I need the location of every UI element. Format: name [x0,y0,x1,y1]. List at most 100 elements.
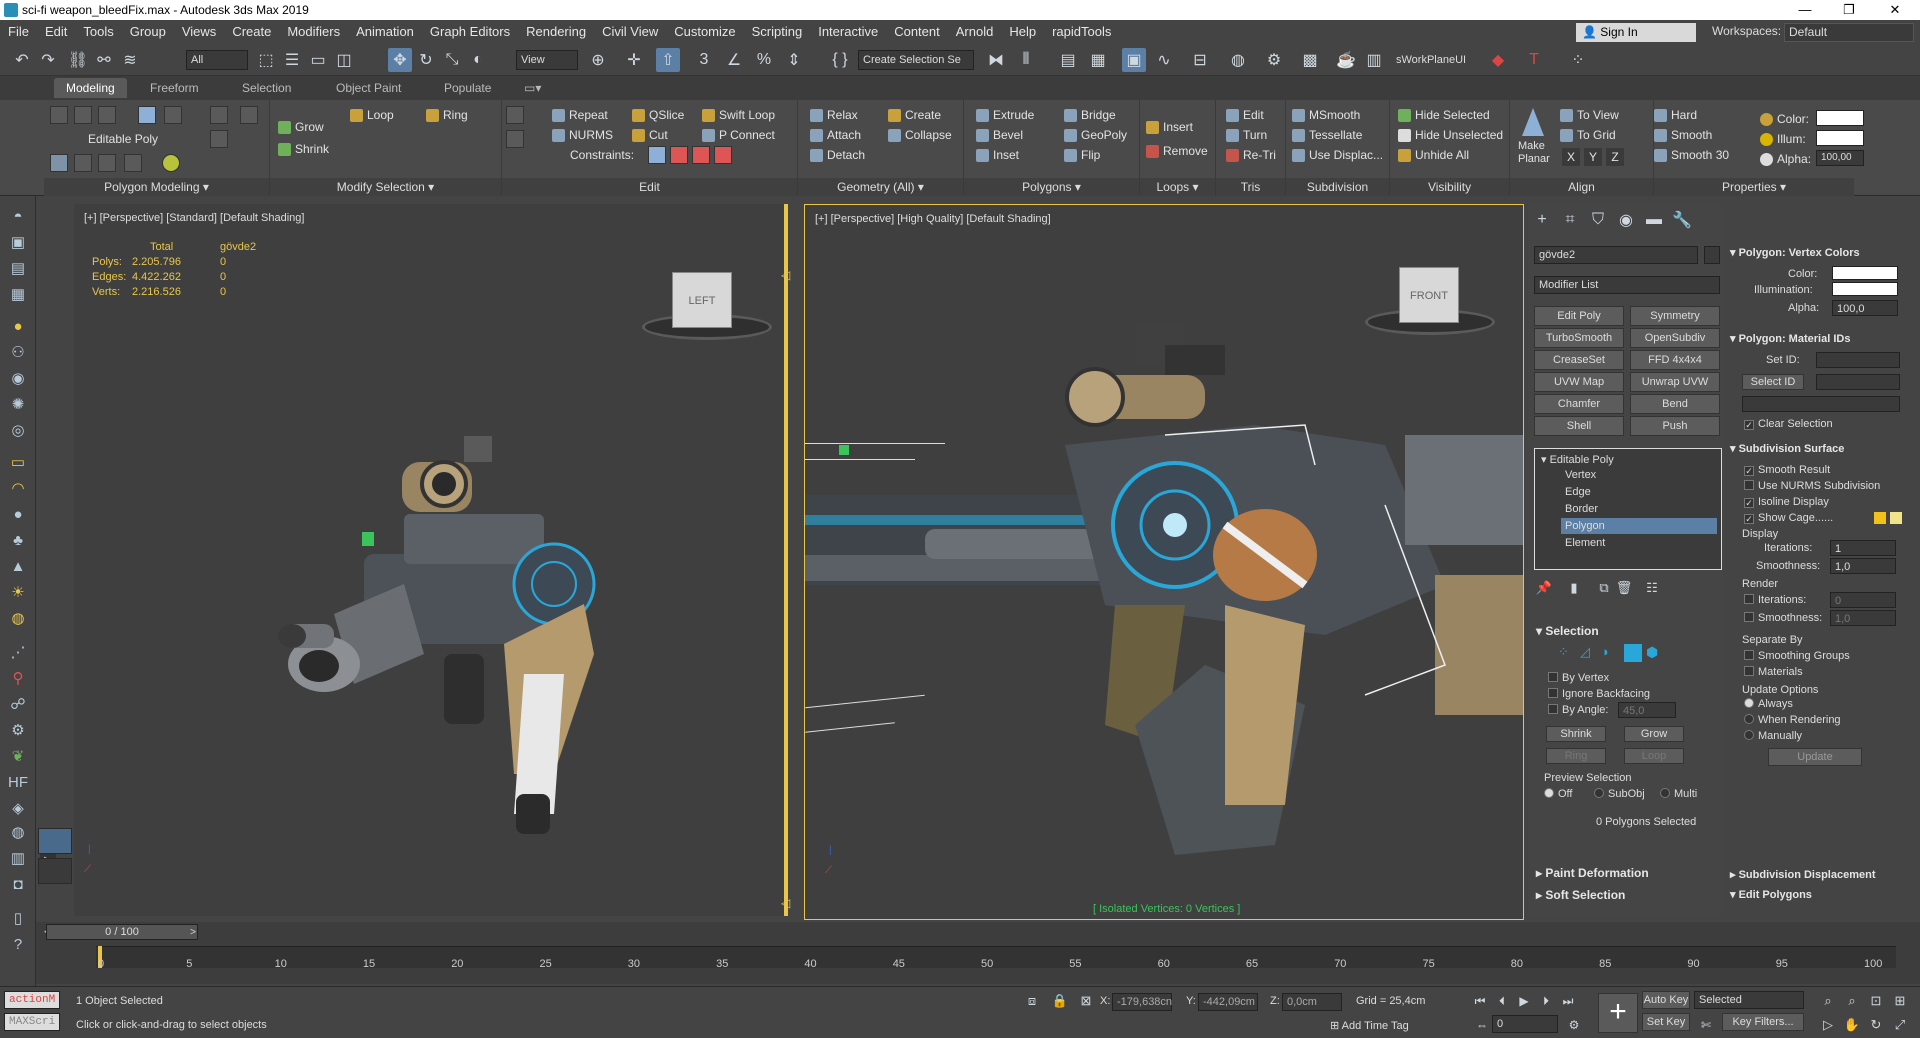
collapse-button[interactable]: Collapse [888,128,952,142]
extrude-button[interactable]: Extrude [976,108,1034,122]
constraint-face-icon[interactable] [692,146,710,164]
detach-button[interactable]: Detach [810,148,865,162]
x-coordinate-input[interactable]: -179,638cn [1112,993,1172,1011]
render-setup-icon[interactable]: ⚙ [1262,48,1286,72]
layer-explorer-icon[interactable]: ▦ [1086,48,1110,72]
insert-loop-button[interactable]: Insert [1146,120,1193,134]
particles-icon[interactable]: ✺ [6,392,30,416]
menu-graph-editors[interactable]: Graph Editors [422,20,518,44]
preview-subobj-radio[interactable]: SubObj [1594,788,1645,800]
menu-create[interactable]: Create [224,20,279,44]
mod-creaseset-button[interactable]: CreaseSet [1534,350,1624,370]
menu-content[interactable]: Content [886,20,948,44]
keyboard-shortcut-icon[interactable]: ⇧ [656,48,680,72]
render-icon[interactable]: ☕ [1334,48,1358,72]
select-manipulate-icon[interactable]: ✛ [622,48,646,72]
align-icon[interactable]: ⫴ [1014,48,1038,72]
menu-tools[interactable]: Tools [75,20,121,44]
preserve-uvs-icon[interactable] [162,154,180,172]
set-key-button[interactable]: Set Key [1642,1013,1690,1031]
save-icon[interactable]: ▯ [6,906,30,930]
polygon-modeling-footer[interactable]: Polygon Modeling ▾ [44,178,269,196]
workspace-select[interactable]: Default [1784,23,1914,42]
tab-selection[interactable]: Selection [230,78,303,98]
render-smoothness-input[interactable]: 1,0 [1830,610,1896,626]
weapon-model-left[interactable] [254,354,714,854]
motion-tab-icon[interactable]: ◉ [1614,208,1638,232]
subdivision-surface-rollout[interactable]: ▾ Subdivision Surface [1730,442,1844,455]
undo-icon[interactable]: ↶ [10,48,34,72]
snapshot-icon[interactable]: ◎ [6,418,30,442]
window-crossing-icon[interactable]: ◫ [332,48,356,72]
preview-off-radio[interactable]: Off [1544,788,1572,800]
link-icon[interactable]: ⛓ [66,48,90,72]
select-id-button[interactable]: Select ID [1742,374,1804,390]
clear-selection-checkbox[interactable]: ✓ Clear Selection [1744,418,1833,430]
flip-button[interactable]: Flip [1064,148,1100,162]
menu-rapidtools[interactable]: rapidTools [1044,20,1119,44]
retri-button[interactable]: Re-Tri [1226,148,1276,162]
smooth30-button[interactable]: Smooth 30 [1654,148,1729,162]
preview-selection-icon[interactable] [506,106,524,124]
sun-position-icon[interactable]: ◍ [6,606,30,630]
by-vertex-checkbox[interactable]: By Vertex [1548,672,1609,684]
menu-civil-view[interactable]: Civil View [594,20,666,44]
render-iterations-input[interactable]: 0 [1830,592,1896,608]
subdivision-displacement-rollout[interactable]: ▸ Subdivision Displacement [1730,868,1876,881]
settings-gear-icon[interactable]: ⚙ [6,718,30,742]
vc-illum-swatch[interactable] [1832,282,1898,296]
single-viewport-layout-icon[interactable] [38,828,72,854]
select-by-name-icon[interactable]: ☰ [280,48,304,72]
light-icon[interactable]: ● [6,314,30,338]
use-displacement-button[interactable]: Use Displac... [1292,148,1383,162]
bevel-button[interactable]: Bevel [976,128,1023,142]
set-id-input[interactable] [1816,352,1900,368]
box-icon[interactable]: ▭ [6,450,30,474]
mod-shell-button[interactable]: Shell [1534,416,1624,436]
selection-filter-select[interactable]: All [186,50,248,70]
align-x-button[interactable]: X [1562,148,1580,166]
update-when-rendering-radio[interactable]: When Rendering [1744,714,1841,726]
mod-turbosmooth-button[interactable]: TurboSmooth [1534,328,1624,348]
repeat-button[interactable]: Repeat [552,108,608,122]
ribbon-toggle-icon[interactable]: ▣ [1122,48,1146,72]
ignore-backfacing-checkbox[interactable]: Ignore Backfacing [1548,688,1650,700]
key-filter-icon[interactable]: ✄ [1694,1013,1718,1037]
zoom-extents-icon[interactable]: ⊡ [1864,989,1888,1013]
layers-icon[interactable]: ▤ [6,256,30,280]
vertex-level-icon[interactable] [50,106,68,124]
constraint-edge-icon[interactable] [670,146,688,164]
render-iterations-row[interactable]: Iterations: [1744,594,1806,606]
workplane-script-label[interactable]: sWorkPlaneUI [1396,54,1466,66]
mod-opensubdiv-button[interactable]: OpenSubdiv [1630,328,1720,348]
sel-polygon-icon[interactable] [1624,644,1642,662]
grid-icon[interactable]: ▦ [6,282,30,306]
shrink-button[interactable]: Shrink [278,142,329,156]
cage-color-2-swatch[interactable] [1890,512,1902,524]
camera-icon[interactable]: ⚇ [6,340,30,364]
spinner-snap-icon[interactable]: ⇕ [782,48,806,72]
previous-modifier-icon[interactable] [210,106,228,124]
hierarchy-tab-icon[interactable]: ⛉ [1586,208,1610,232]
paint-deformation-rollout[interactable]: ▸ Paint Deformation [1536,866,1649,880]
cloth-icon[interactable]: ◈ [6,796,30,820]
display-smoothness-input[interactable]: 1,0 [1830,558,1896,574]
use-stack-icon[interactable] [240,106,258,124]
element-level-icon[interactable] [164,106,182,124]
pan-icon[interactable]: ✋ [1840,1013,1864,1037]
reference-coordinate-select[interactable]: View [516,50,578,70]
timeline-next-icon[interactable]: > [186,924,200,940]
utilities-tab-icon[interactable]: 🔧 [1670,208,1694,232]
tab-populate[interactable]: Populate [432,78,503,98]
smooth-button[interactable]: Smooth [1654,128,1712,142]
show-cage-checkbox[interactable]: ✓ Show Cage...... [1744,512,1833,524]
key-filters-button[interactable]: Key Filters... [1722,1013,1804,1031]
use-nurms-checkbox[interactable]: Use NURMS Subdivision [1744,480,1880,492]
zoom-extents-all-icon[interactable]: ⊞ [1888,989,1912,1013]
alpha-input[interactable]: 100,00 [1816,150,1864,166]
remove-loop-button[interactable]: Remove [1146,144,1208,158]
add-time-tag-button[interactable]: ⊞ Add Time Tag [1330,1019,1409,1032]
tab-modeling[interactable]: Modeling [54,78,127,98]
object-color-swatch[interactable] [1704,246,1720,264]
set-key-big-button[interactable]: + [1598,993,1638,1033]
